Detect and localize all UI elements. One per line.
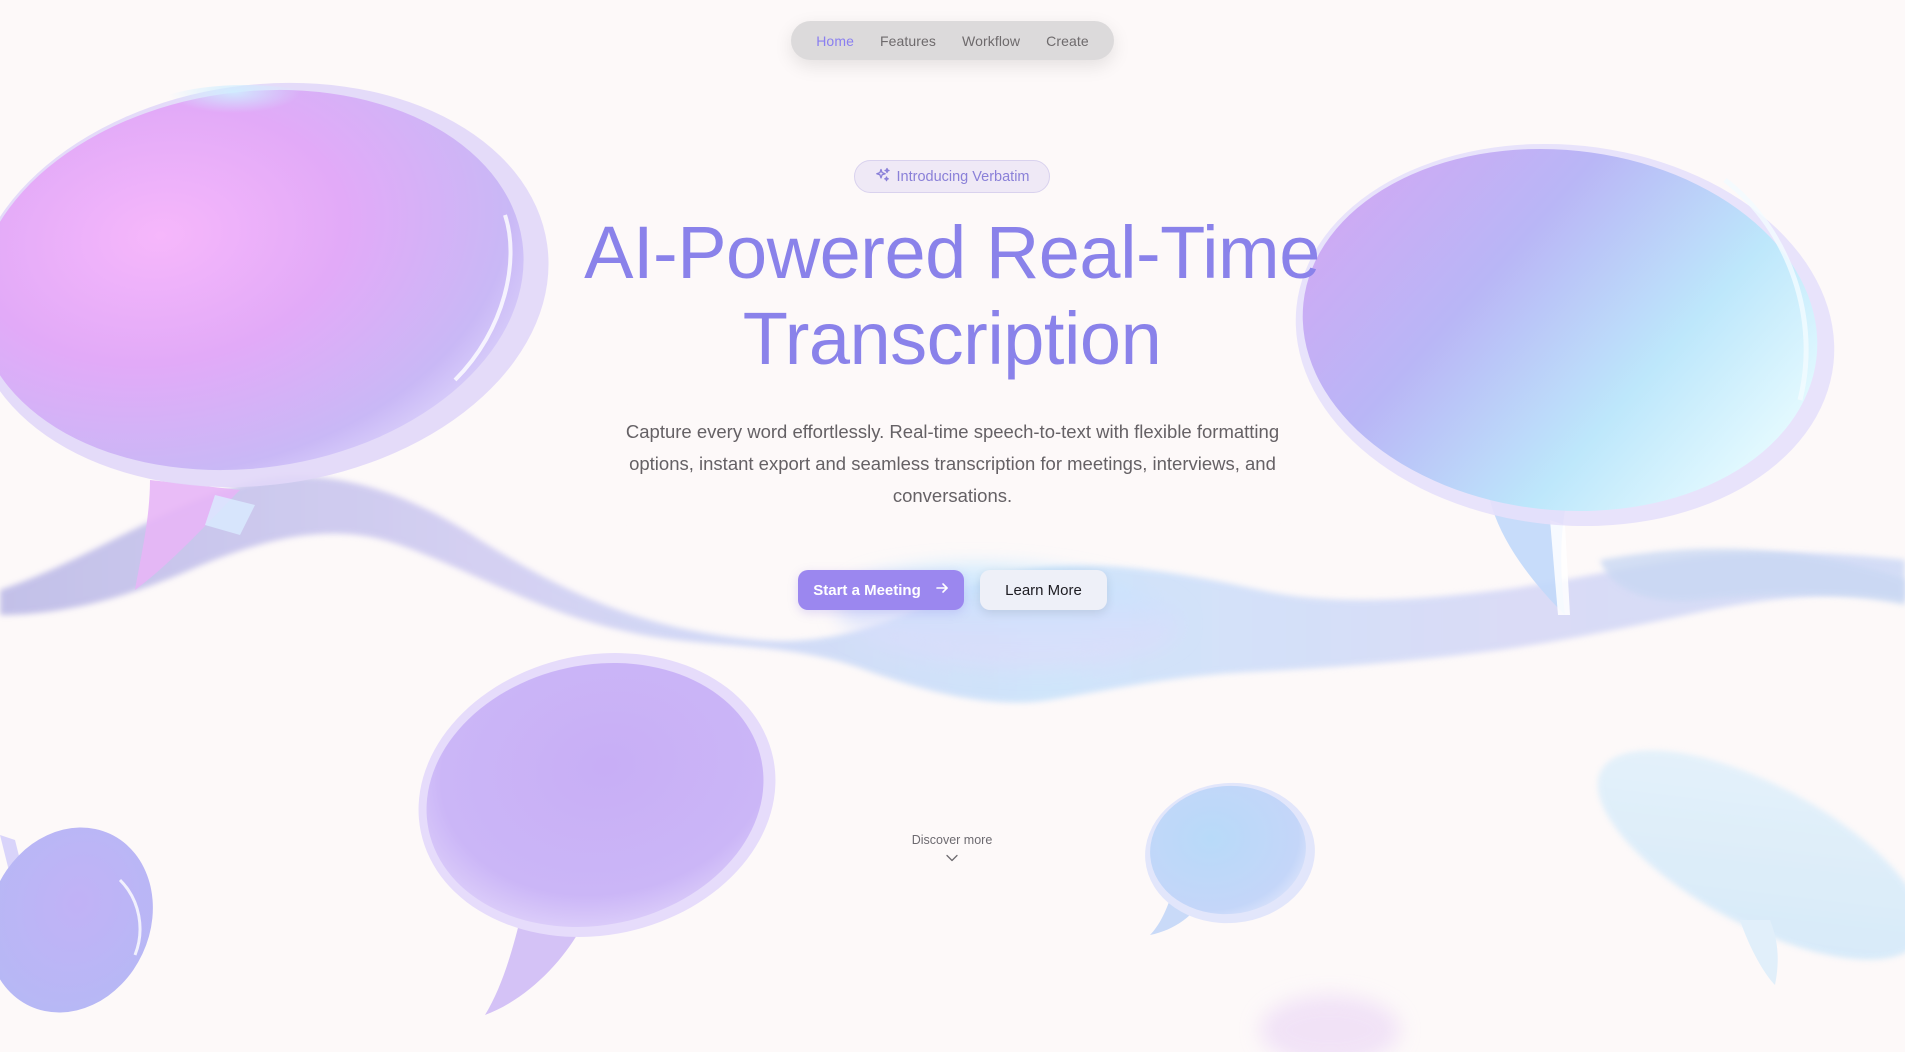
chevron-down-icon bbox=[862, 853, 1042, 863]
discover-more-link[interactable]: Discover more bbox=[862, 833, 1042, 863]
nav-item-workflow[interactable]: Workflow bbox=[949, 33, 1033, 49]
intro-badge: Introducing Verbatim bbox=[854, 160, 1050, 193]
landing-page: Home Features Workflow Create Introducin… bbox=[0, 0, 1905, 1052]
top-nav: Home Features Workflow Create bbox=[791, 21, 1114, 60]
arrow-right-icon bbox=[935, 581, 949, 599]
hero-description: Capture every word effortlessly. Real-ti… bbox=[625, 421, 1280, 506]
learn-more-button[interactable]: Learn More bbox=[980, 570, 1107, 610]
nav-item-create[interactable]: Create bbox=[1033, 33, 1102, 49]
discover-more-label: Discover more bbox=[911, 833, 993, 847]
badge-label: Introducing Verbatim bbox=[896, 168, 1030, 185]
nav-item-home[interactable]: Home bbox=[803, 33, 867, 49]
learn-more-label: Learn More bbox=[1005, 581, 1082, 599]
start-meeting-button[interactable]: Start a Meeting bbox=[798, 570, 964, 610]
hero-title-line2: Transcription bbox=[742, 297, 1162, 380]
hero-title-line1: AI-Powered Real-Time bbox=[584, 211, 1320, 294]
start-meeting-label: Start a Meeting bbox=[813, 581, 921, 599]
hero-title: AI-Powered Real-Time Transcription bbox=[452, 210, 1452, 382]
nav-item-features[interactable]: Features bbox=[867, 33, 949, 49]
sparkles-icon bbox=[875, 167, 891, 187]
